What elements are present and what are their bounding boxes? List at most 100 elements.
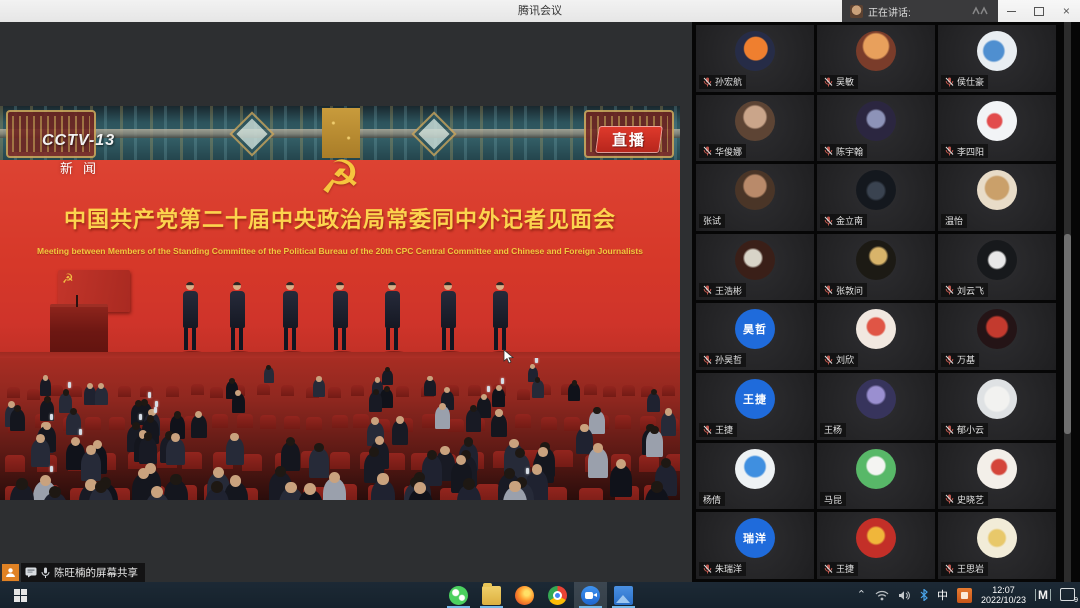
notification-center-icon[interactable]: 9 (1060, 588, 1076, 602)
committee-member-figure (181, 282, 199, 354)
participant-avatar (977, 379, 1017, 419)
tencent-meeting-window: 腾讯会议 正在讲话: × (0, 0, 1080, 608)
participant-name-chip: 万基 (941, 353, 979, 367)
mic-muted-icon (703, 146, 712, 156)
window-controls: × (998, 0, 1080, 22)
mic-muted-icon (824, 77, 833, 87)
shared-broadcast-video[interactable]: CCTV-13 新闻 直播 ☭ 中国共产党第二十届中央政治局常委同中外记者见面会… (0, 106, 680, 500)
participant-avatar (856, 379, 896, 419)
participant-tile[interactable]: 华俊娜 (696, 95, 814, 162)
network-icon[interactable] (875, 590, 889, 601)
participant-name-chip: 史晓艺 (941, 492, 988, 506)
taskbar-icon-tencent-meeting[interactable] (574, 582, 607, 608)
participant-avatar (977, 309, 1017, 349)
participant-name-chip: 吴敏 (820, 75, 858, 89)
screen-share-owner-label: 陈旺楠的屏幕共享 (2, 563, 145, 582)
taskbar-icon-photos[interactable] (607, 582, 640, 608)
participant-tile[interactable]: 孙宏航 (696, 25, 814, 92)
participant-tile[interactable]: 昊哲 孙昊哲 (696, 303, 814, 370)
committee-member-figure (439, 282, 457, 354)
participant-tile[interactable]: 侯仕豪 (938, 25, 1056, 92)
start-button[interactable] (0, 582, 40, 608)
participant-tile[interactable]: 张试 (696, 164, 814, 231)
participant-tile[interactable]: 李四阳 (938, 95, 1056, 162)
participant-avatar (735, 170, 775, 210)
scrollbar-thumb[interactable] (1064, 234, 1071, 434)
taskbar-icon-file-explorer[interactable] (475, 582, 508, 608)
participant-tile[interactable]: 刘欣 (817, 303, 935, 370)
participant-name: 王捷 (715, 423, 733, 436)
participant-name-chip: 温怡 (941, 214, 967, 228)
mic-muted-icon (703, 355, 712, 365)
mic-muted-icon (824, 564, 833, 574)
participant-avatar (856, 518, 896, 558)
clock-time: 12:07 (981, 585, 1026, 595)
tray-expand-icon[interactable]: ⌃ (857, 590, 866, 601)
screen-share-pane[interactable]: CCTV-13 新闻 直播 ☭ 中国共产党第二十届中央政治局常委同中外记者见面会… (0, 22, 692, 582)
participant-tile[interactable]: 王思岩 (938, 512, 1056, 579)
participant-tile[interactable]: 王捷 王捷 (696, 373, 814, 440)
ime-language-indicator[interactable]: 中 (937, 587, 948, 603)
participant-name: 张敦问 (836, 284, 863, 297)
participant-tile[interactable]: 杨倩 (696, 443, 814, 510)
taskbar-icon-chrome[interactable] (541, 582, 574, 608)
committee-member-figure (331, 282, 349, 354)
participant-tile[interactable]: 史晓艺 (938, 443, 1056, 510)
participant-tile[interactable]: 王浩彬 (696, 234, 814, 301)
participant-avatar: 昊哲 (735, 309, 775, 349)
participant-tile[interactable]: 王杨 (817, 373, 935, 440)
participant-tile[interactable]: 马昆 (817, 443, 935, 510)
taskbar-clock[interactable]: 12:07 2022/10/23 (981, 585, 1026, 605)
participant-avatar (735, 31, 775, 71)
tray-app-icon[interactable] (957, 588, 972, 603)
participant-tile[interactable]: 陈宇翰 (817, 95, 935, 162)
mic-icon (41, 567, 50, 579)
participant-tile[interactable]: 张敦问 (817, 234, 935, 301)
participant-avatar (977, 170, 1017, 210)
participant-name-chip: 王浩彬 (699, 283, 746, 297)
participant-name-chip: 华俊娜 (699, 144, 746, 158)
maximize-button[interactable] (1025, 0, 1052, 22)
participant-name: 万基 (957, 353, 975, 366)
taskbar-icon-wechat[interactable] (442, 582, 475, 608)
system-tray: ⌃ 中 12:07 2022/10/23 M 9 (857, 582, 1076, 608)
participant-tile[interactable]: 王捷 (817, 512, 935, 579)
participant-name: 史晓艺 (957, 493, 984, 506)
participant-tile[interactable]: 万基 (938, 303, 1056, 370)
broadcast-title-chinese: 中国共产党第二十届中央政治局常委同中外记者见面会 (0, 202, 680, 234)
mic-muted-icon (703, 285, 712, 295)
participant-avatar (856, 449, 896, 489)
participant-avatar (977, 240, 1017, 280)
participant-tile[interactable]: 瑞洋 朱瑞洋 (696, 512, 814, 579)
participant-avatar (735, 449, 775, 489)
participant-name: 郁小云 (957, 423, 984, 436)
chat-icon (25, 567, 37, 578)
participant-name-chip: 郁小云 (941, 423, 988, 437)
grid-scrollbar[interactable] (1064, 22, 1071, 582)
participant-avatar (856, 101, 896, 141)
participant-tile[interactable]: 温怡 (938, 164, 1056, 231)
participant-name-chip: 王捷 (820, 562, 858, 576)
broadcast-title-english: Meeting between Members of the Standing … (0, 246, 680, 256)
close-button[interactable]: × (1053, 0, 1080, 22)
participant-tile[interactable]: 吴敏 (817, 25, 935, 92)
mic-muted-icon (703, 564, 712, 574)
participant-avatar: 王捷 (735, 379, 775, 419)
minimize-button[interactable] (998, 0, 1025, 22)
bluetooth-icon[interactable] (920, 589, 928, 601)
participant-tile[interactable]: 郁小云 (938, 373, 1056, 440)
mic-muted-icon (945, 77, 954, 87)
volume-icon[interactable] (898, 590, 911, 601)
committee-member-figure (228, 282, 246, 354)
taskbar-icon-firefox[interactable] (508, 582, 541, 608)
participant-tile[interactable]: 金立南 (817, 164, 935, 231)
mic-muted-icon (945, 425, 954, 435)
participant-tile[interactable]: 刘云飞 (938, 234, 1056, 301)
party-emblem-icon: ☭ (0, 154, 680, 200)
participant-avatar: 瑞洋 (735, 518, 775, 558)
participant-name: 王捷 (836, 562, 854, 575)
participant-name-chip: 刘欣 (820, 353, 858, 367)
committee-member-figure (383, 282, 401, 354)
speaker-avatar (850, 5, 863, 18)
tray-m-logo-icon[interactable]: M (1035, 589, 1051, 601)
